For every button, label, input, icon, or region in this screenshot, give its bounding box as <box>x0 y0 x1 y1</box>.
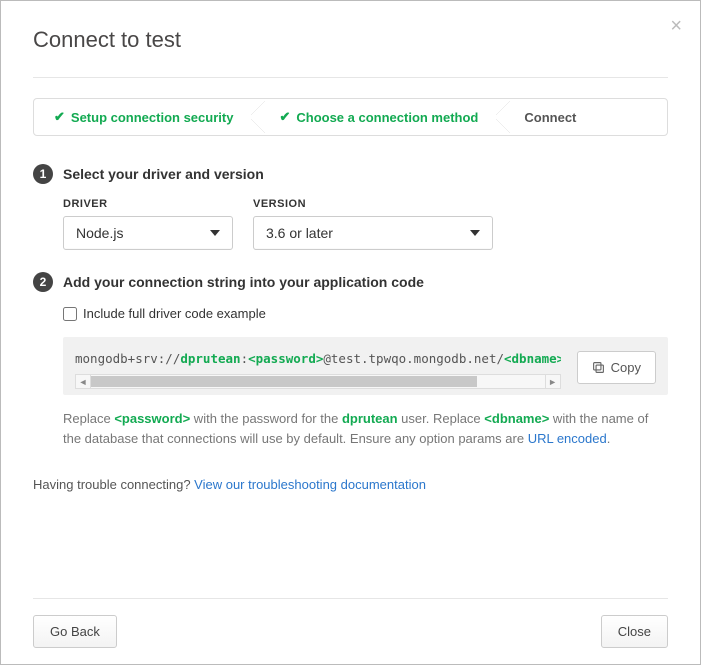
chevron-down-icon <box>210 230 220 236</box>
divider <box>33 77 668 78</box>
scroll-right-icon[interactable]: ► <box>545 375 560 388</box>
step-number-badge: 2 <box>33 272 53 292</box>
copy-icon <box>592 361 605 374</box>
breadcrumb: ✔ Setup connection security ✔ Choose a c… <box>33 98 668 136</box>
section-driver: 1 Select your driver and version DRIVER … <box>33 164 668 250</box>
copy-button[interactable]: Copy <box>577 351 656 384</box>
step-label: Connect <box>524 110 576 125</box>
step-choose-method[interactable]: ✔ Choose a connection method <box>251 99 496 135</box>
section-title: Add your connection string into your app… <box>63 274 424 290</box>
section-connstring: 2 Add your connection string into your a… <box>33 272 668 449</box>
step-connect: Connect <box>496 99 594 135</box>
driver-value: Node.js <box>76 225 123 241</box>
version-value: 3.6 or later <box>266 225 333 241</box>
driver-label: DRIVER <box>63 198 233 210</box>
section-title: Select your driver and version <box>63 166 264 182</box>
driver-select[interactable]: Node.js <box>63 216 233 250</box>
close-icon[interactable]: × <box>670 15 682 38</box>
url-encoded-link[interactable]: URL encoded <box>528 431 607 446</box>
connect-modal: × Connect to test ✔ Setup connection sec… <box>0 0 701 665</box>
close-button[interactable]: Close <box>601 615 668 648</box>
version-label: VERSION <box>253 198 493 210</box>
modal-footer: Go Back Close <box>33 598 668 648</box>
copy-label: Copy <box>611 360 641 375</box>
modal-title: Connect to test <box>33 27 668 53</box>
horizontal-scrollbar[interactable]: ◄ ► <box>75 374 561 389</box>
version-select[interactable]: 3.6 or later <box>253 216 493 250</box>
troubleshooting-link[interactable]: View our troubleshooting documentation <box>194 477 426 492</box>
scroll-left-icon[interactable]: ◄ <box>76 375 91 388</box>
step-setup-security[interactable]: ✔ Setup connection security <box>34 99 251 135</box>
chevron-down-icon <box>470 230 480 236</box>
include-full-example-checkbox[interactable] <box>63 307 77 321</box>
check-icon: ✔ <box>54 109 65 125</box>
scroll-thumb[interactable] <box>91 376 477 387</box>
step-label: Choose a connection method <box>296 110 478 125</box>
troubleshoot-row: Having trouble connecting? View our trou… <box>33 477 668 492</box>
checkbox-label: Include full driver code example <box>83 306 266 321</box>
scroll-track[interactable] <box>91 375 545 388</box>
step-number-badge: 1 <box>33 164 53 184</box>
connection-note: Replace <password> with the password for… <box>63 409 668 449</box>
step-label: Setup connection security <box>71 110 234 125</box>
connection-string[interactable]: mongodb+srv://dprutean:<password>@test.t… <box>75 351 561 374</box>
go-back-button[interactable]: Go Back <box>33 615 117 648</box>
connection-string-box: mongodb+srv://dprutean:<password>@test.t… <box>63 337 668 395</box>
check-icon: ✔ <box>279 109 290 125</box>
